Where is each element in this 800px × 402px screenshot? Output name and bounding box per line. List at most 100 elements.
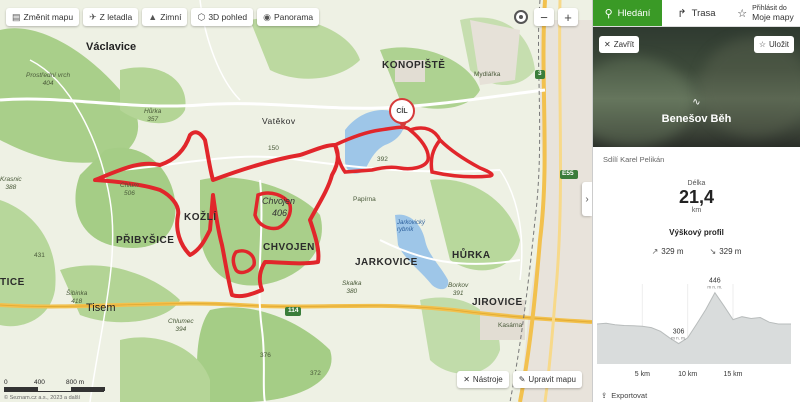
road-114-label: 114 bbox=[288, 307, 299, 314]
tab-search[interactable]: ⚲ Hledání bbox=[593, 0, 662, 26]
edit-map-button[interactable]: ✎ Upravit mapu bbox=[512, 371, 582, 388]
tab-route[interactable]: ↱ Trasa bbox=[662, 0, 731, 26]
winter-map-button[interactable]: ▲ Zimní bbox=[142, 8, 188, 26]
panorama-button[interactable]: ◉ Panorama bbox=[257, 8, 320, 26]
zoom-in-button[interactable]: + bbox=[558, 8, 578, 26]
scale-bar bbox=[4, 387, 105, 392]
collapse-panel-button[interactable]: › bbox=[582, 182, 592, 216]
map-terrain bbox=[0, 0, 592, 402]
copyright[interactable]: © Seznam.cz a.s., 2023 a další bbox=[4, 395, 80, 401]
bottom-tools: ✕ Nástroje ✎ Upravit mapu bbox=[457, 371, 582, 388]
panel-tabs: ⚲ Hledání ↱ Trasa ☆ Přihlásit do Moje mapy bbox=[593, 0, 800, 27]
distance-block: Délka 21,4 km bbox=[593, 180, 800, 214]
map-canvas[interactable]: Václavice KONOPIŠTĚ Vatěkov KOŽLÍ CHVOJE… bbox=[0, 0, 592, 402]
map-label-konopiste: KONOPIŠTĚ bbox=[382, 60, 446, 71]
map-toolbar: ▤ Změnit mapu ✈ Z letadla ▲ Zimní ⬡ 3D pohle… bbox=[6, 8, 320, 26]
search-icon: ⚲ bbox=[604, 7, 613, 20]
map-label-150: 150 bbox=[268, 145, 279, 152]
elevation-profile-title: Výškový profil bbox=[669, 228, 724, 237]
descent-stat: ↘ 329 m bbox=[709, 247, 742, 256]
map-label-sibinka: Šibinka 418 bbox=[66, 290, 88, 305]
map-label-pribysice: PŘIBYŠICE bbox=[116, 235, 175, 246]
aerial-view-button[interactable]: ✈ Z letadla bbox=[83, 8, 139, 26]
elevation-annotation-unit: m n. m. bbox=[707, 285, 722, 290]
map-label-kasarna: Kasárna bbox=[498, 322, 523, 329]
map-label-vatekov: Vatěkov bbox=[262, 116, 296, 126]
map-label-papirna: Papírna bbox=[353, 196, 376, 203]
map-label-vaclavice: Václavice bbox=[86, 41, 137, 53]
map-label-krasnic: Krasnic 388 bbox=[0, 176, 22, 191]
x-tick-label: 10 km bbox=[678, 371, 697, 378]
map-label-jarkovice: JARKOVICE bbox=[355, 257, 418, 268]
map-layers-icon: ▤ bbox=[12, 11, 21, 22]
map-label-chlum: Chlum 506 bbox=[120, 182, 139, 197]
elevation-chart[interactable]: 306m n. m.446m n. m.5 km 10 km 15 km bbox=[597, 270, 795, 380]
change-map-button[interactable]: ▤ Změnit mapu bbox=[6, 8, 80, 26]
finish-marker[interactable]: CÍL bbox=[389, 98, 415, 130]
map-label-372: 372 bbox=[310, 370, 321, 377]
tab-my-maps[interactable]: ☆ Přihlásit do Moje mapy bbox=[731, 0, 800, 26]
distance-label: Délka bbox=[687, 180, 706, 187]
road-e55-label: E55 bbox=[562, 170, 574, 177]
chevron-right-icon: › bbox=[585, 193, 589, 205]
tools-icon: ✕ bbox=[463, 375, 470, 384]
elevation-annotation-value: 446 bbox=[709, 278, 721, 285]
road-3-label: 3 bbox=[538, 70, 542, 77]
elevation-annotation-value: 306 bbox=[673, 329, 685, 336]
close-button[interactable]: ✕ Zavřít bbox=[599, 36, 640, 53]
map-label-chlumec: Chlumec 394 bbox=[168, 318, 194, 333]
map-label-chvojen-num: 406 bbox=[272, 208, 288, 218]
map-label-jirovice: JIROVICE bbox=[472, 297, 523, 308]
compass-icon[interactable] bbox=[514, 10, 528, 24]
save-button[interactable]: ☆ Uložit bbox=[753, 36, 794, 53]
climb-stats: ↗ 329 m ↘ 329 m bbox=[593, 247, 800, 256]
map-label-prostredni-vrch: Prostřední vrch 404 bbox=[26, 72, 71, 87]
x-tick-label: 15 km bbox=[723, 371, 742, 378]
tools-button[interactable]: ✕ Nástroje bbox=[457, 371, 509, 388]
3d-view-button[interactable]: ⬡ 3D pohled bbox=[191, 8, 254, 26]
map-label-hurka: HŮRKA bbox=[452, 250, 491, 261]
ascent-stat: ↗ 329 m bbox=[651, 247, 684, 256]
airplane-icon: ✈ bbox=[89, 11, 97, 22]
route-hero-image: ✕ Zavřít ☆ Uložit ∿ Benešov Běh bbox=[593, 27, 800, 147]
scale-label-800: 800 m bbox=[66, 379, 85, 386]
route-icon: ∿ bbox=[692, 97, 701, 108]
pencil-icon: ✎ bbox=[518, 375, 526, 384]
distance-value: 21,4 bbox=[678, 187, 715, 207]
cube-icon: ⬡ bbox=[197, 11, 206, 22]
ascent-icon: ↗ bbox=[651, 247, 659, 256]
descent-icon: ↘ bbox=[709, 247, 717, 256]
map-label-hurka-hill: Hůrka 357 bbox=[144, 108, 162, 123]
map-label-376: 376 bbox=[260, 352, 271, 359]
map-label-chvojen: CHVOJEN bbox=[263, 242, 315, 253]
map-label-chvojen-hill: Chvojen bbox=[262, 196, 296, 206]
close-icon: ✕ bbox=[604, 40, 611, 49]
route-arrow-icon: ↱ bbox=[677, 7, 687, 20]
elevation-annotation-unit: m n. m. bbox=[671, 336, 686, 341]
scale-label-400: 400 bbox=[34, 379, 45, 386]
distance-unit: km bbox=[691, 207, 702, 214]
map-label-431: 431 bbox=[34, 252, 45, 259]
x-tick-label: 5 km bbox=[635, 371, 650, 378]
map-label-tisem: Tisem bbox=[86, 302, 116, 314]
map-label-kozli: KOŽLÍ bbox=[184, 212, 217, 223]
map-label-jarkovicky: Jarkovický rybník bbox=[397, 220, 426, 233]
eye-icon: ◉ bbox=[263, 11, 271, 22]
map-label-mydlarka: Mydlářka bbox=[474, 71, 501, 78]
star-icon: ☆ bbox=[737, 7, 748, 20]
route-title: Benešov Běh bbox=[661, 113, 732, 125]
map-scale: 0 400 800 m bbox=[4, 379, 124, 392]
export-icon: ⇪ bbox=[601, 391, 608, 400]
map-label-skalka: Skalka 380 bbox=[342, 280, 362, 295]
route-author: Sdílí Karel Pelikán bbox=[603, 155, 665, 164]
export-button[interactable]: ⇪ Exportovat bbox=[601, 391, 647, 400]
scale-label-0: 0 bbox=[4, 379, 8, 386]
map-label-392: 392 bbox=[377, 156, 388, 163]
zoom-out-button[interactable]: − bbox=[534, 8, 554, 26]
side-panel: ⚲ Hledání ↱ Trasa ☆ Přihlásit do Moje mapy ✕… bbox=[592, 0, 800, 402]
map-label-tice: TICE bbox=[0, 277, 25, 288]
map-label-borkov: Borkov 391 bbox=[448, 282, 469, 297]
mountain-icon: ▲ bbox=[148, 12, 158, 22]
star-icon: ☆ bbox=[758, 40, 766, 49]
zoom-controls: − + bbox=[514, 8, 578, 26]
